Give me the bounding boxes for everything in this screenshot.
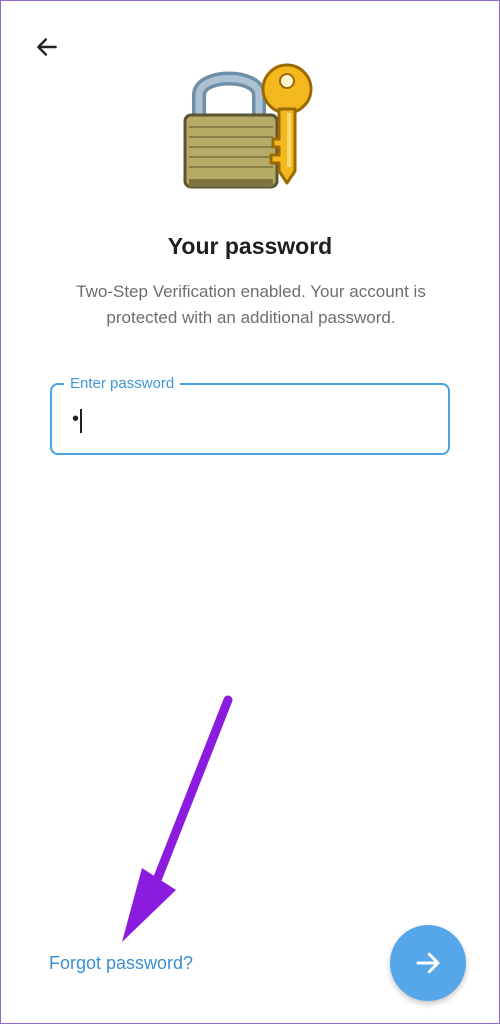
text-caret [80, 409, 82, 433]
page-title: Your password [167, 233, 333, 259]
arrow-right-icon [416, 952, 440, 974]
page-subtitle: Two-Step Verification enabled. Your acco… [76, 282, 426, 327]
back-button[interactable] [27, 27, 67, 67]
next-button[interactable] [390, 925, 466, 1001]
forgot-password-link[interactable]: Forgot password? [49, 953, 193, 974]
password-screen: Your password Two-Step Verification enab… [0, 0, 500, 1024]
arrow-left-icon [37, 38, 57, 56]
password-input-value: • [72, 408, 80, 430]
padlock-and-key-icon [183, 63, 313, 189]
password-input[interactable]: Enter password • [50, 374, 450, 455]
password-input-label: Enter password [64, 374, 181, 394]
